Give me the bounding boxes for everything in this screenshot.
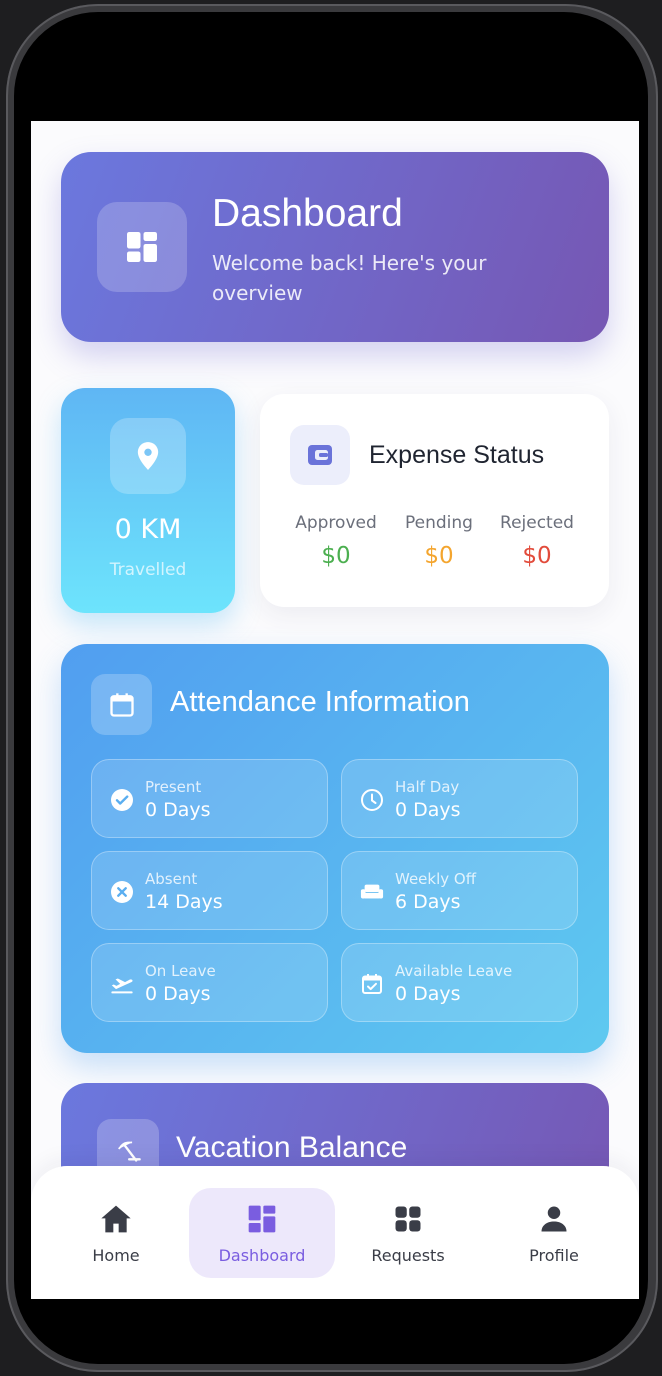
attendance-tile-on-leave[interactable]: On Leave 0 Days [91,943,328,1022]
tile-label: Present [145,778,202,796]
distance-value: 0 KM [114,514,182,545]
calendar-check-icon [360,972,384,996]
clock-icon [360,788,384,812]
expense-pending: Pending $0 [400,513,478,569]
tile-value: 0 Days [145,983,211,1005]
tile-value: 0 Days [395,799,461,821]
person-icon [539,1202,569,1236]
tile-value: 14 Days [145,891,223,913]
tile-value: 0 Days [395,983,461,1005]
expense-pending-value: $0 [424,543,454,569]
wallet-icon [290,425,350,485]
attendance-tile-available-leave[interactable]: Available Leave 0 Days [341,943,578,1022]
home-icon [100,1202,132,1236]
nav-item-requests[interactable]: Requests [335,1188,481,1278]
app-screen: Dashboard Welcome back! Here's your over… [31,121,639,1299]
dashboard-icon [97,202,187,292]
expense-approved-value: $0 [321,543,351,569]
expense-rejected: Rejected $0 [495,513,579,569]
attendance-tile-present[interactable]: Present 0 Days [91,759,328,838]
tile-value: 6 Days [395,891,461,913]
tile-label: On Leave [145,962,216,980]
vacation-title: Vacation Balance [176,1131,408,1164]
page-title: Dashboard [212,192,403,235]
calendar-icon [91,674,152,735]
expense-title: Expense Status [369,441,545,469]
dashboard-header-card: Dashboard Welcome back! Here's your over… [61,152,609,342]
tile-label: Absent [145,870,198,888]
cancel-circle-icon [110,880,134,904]
tile-label: Half Day [395,778,460,796]
check-circle-icon [110,788,134,812]
distance-label: Travelled [109,560,187,580]
sofa-icon [360,880,384,904]
nav-label: Home [92,1246,140,1265]
attendance-tile-absent[interactable]: Absent 14 Days [91,851,328,930]
nav-item-dashboard[interactable]: Dashboard [189,1188,335,1278]
nav-item-profile[interactable]: Profile [481,1188,627,1278]
tile-value: 0 Days [145,799,211,821]
nav-label: Dashboard [218,1246,306,1265]
attendance-tile-half-day[interactable]: Half Day 0 Days [341,759,578,838]
flight-takeoff-icon [110,972,134,996]
distance-card[interactable]: 0 KM Travelled [61,388,235,613]
expense-approved-label: Approved [295,513,377,533]
expense-approved: Approved $0 [290,513,382,569]
attendance-title: Attendance Information [170,686,470,718]
expense-rejected-label: Rejected [500,513,574,533]
location-pin-icon [110,418,186,494]
attendance-tile-weekly-off[interactable]: Weekly Off 6 Days [341,851,578,930]
tile-label: Weekly Off [395,870,477,888]
nav-label: Profile [529,1246,579,1265]
dashboard-icon [246,1202,278,1236]
attendance-card: Attendance Information Present 0 Days Ha… [61,644,609,1053]
page-subtitle: Welcome back! Here's your overview [212,251,487,305]
nav-item-home[interactable]: Home [43,1188,189,1278]
nav-label: Requests [371,1246,445,1265]
expense-status-card[interactable]: Expense Status Approved $0 Pending $0 Re… [260,394,609,607]
expense-rejected-value: $0 [522,543,552,569]
bottom-navigation: Home Dashboard Requests Profile [31,1166,639,1299]
grid-icon [393,1202,423,1236]
expense-pending-label: Pending [405,513,473,533]
tile-label: Available Leave [395,962,513,980]
